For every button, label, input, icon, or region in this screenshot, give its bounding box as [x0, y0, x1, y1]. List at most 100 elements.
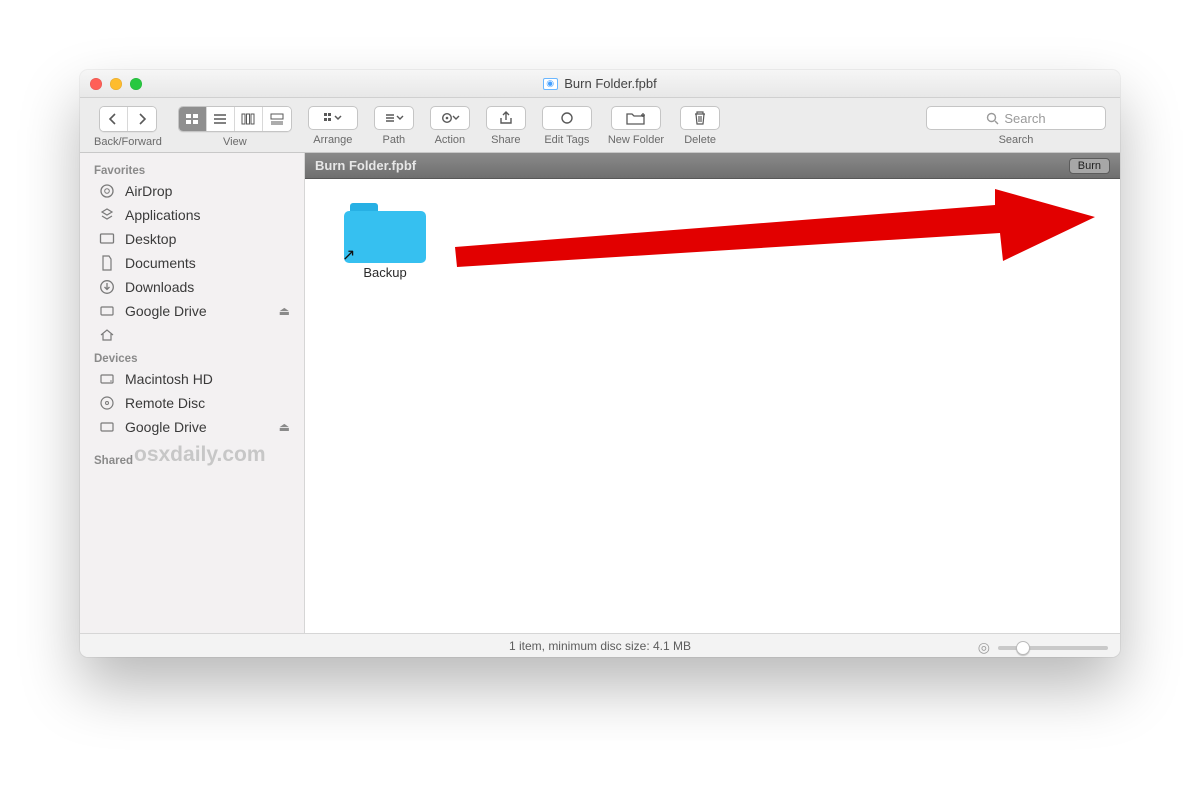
document-icon — [98, 255, 116, 271]
gear-icon — [440, 111, 460, 125]
sidebar-item-label: Desktop — [125, 231, 176, 247]
search-input[interactable]: Search — [926, 106, 1106, 130]
edit-tags-button[interactable] — [542, 106, 592, 130]
folder-alias-icon: ↗ — [344, 203, 426, 263]
slider-knob[interactable] — [1016, 641, 1030, 655]
titlebar: Burn Folder.fpbf — [80, 70, 1120, 98]
trash-icon — [692, 110, 708, 126]
tag-icon — [558, 111, 576, 125]
window-title: Burn Folder.fpbf — [564, 76, 657, 91]
sidebar-item-downloads[interactable]: Downloads — [80, 275, 304, 299]
gallery-view-button[interactable] — [263, 107, 291, 131]
file-item-backup[interactable]: ↗ Backup — [335, 203, 435, 280]
sidebar-item-label: Applications — [125, 207, 201, 223]
file-grid[interactable]: ↗ Backup — [305, 179, 1120, 633]
eject-icon[interactable]: ⏏ — [279, 420, 290, 434]
reload-icon: ◎ — [978, 639, 990, 656]
sidebar-item-label: Downloads — [125, 279, 194, 295]
sidebar-item-label: Google Drive — [125, 303, 207, 319]
sidebar-item-airdrop[interactable]: AirDrop — [80, 179, 304, 203]
home-icon — [98, 327, 116, 343]
list-view-button[interactable] — [207, 107, 235, 131]
status-bar: 1 item, minimum disc size: 4.1 MB ◎ — [80, 633, 1120, 657]
back-button[interactable] — [100, 107, 128, 131]
sidebar-item-label: Documents — [125, 255, 196, 271]
chevron-right-icon — [137, 113, 147, 125]
path-label: Path — [383, 134, 406, 146]
internal-drive-icon — [98, 372, 116, 386]
column-view-button[interactable] — [235, 107, 263, 131]
sidebar-section-favorites: Favorites — [80, 159, 304, 179]
search-icon — [986, 112, 999, 125]
arrange-icon — [323, 111, 343, 125]
sidebar-item-macintosh-hd[interactable]: Macintosh HD — [80, 367, 304, 391]
sidebar-item-label: AirDrop — [125, 183, 172, 199]
applications-icon — [98, 207, 116, 223]
sidebar-item-label: Remote Disc — [125, 395, 205, 411]
sidebar-item-label: Google Drive — [125, 419, 207, 435]
burn-button[interactable]: Burn — [1069, 158, 1110, 174]
arrange-button[interactable] — [308, 106, 358, 130]
edit-tags-label: Edit Tags — [544, 134, 589, 146]
path-icon — [384, 111, 404, 125]
chevron-left-icon — [108, 113, 118, 125]
sidebar-item-documents[interactable]: Documents — [80, 251, 304, 275]
desktop-icon — [98, 232, 116, 246]
window-body: Favorites AirDrop Applications Desktop D… — [80, 153, 1120, 633]
sidebar-item-applications[interactable]: Applications — [80, 203, 304, 227]
view-switcher — [178, 106, 292, 132]
sidebar: Favorites AirDrop Applications Desktop D… — [80, 153, 305, 633]
path-bar: Burn Folder.fpbf Burn — [305, 153, 1120, 179]
sidebar-item-home[interactable] — [80, 323, 304, 347]
action-button[interactable] — [430, 106, 470, 130]
alias-arrow-icon: ↗ — [342, 245, 355, 265]
sidebar-section-shared: Shared — [80, 449, 304, 469]
search-label: Search — [999, 134, 1034, 146]
icon-view-button[interactable] — [179, 107, 207, 131]
sidebar-section-devices: Devices — [80, 347, 304, 367]
close-window-button[interactable] — [90, 78, 102, 90]
sidebar-item-remote-disc[interactable]: Remote Disc — [80, 391, 304, 415]
new-folder-label: New Folder — [608, 134, 664, 146]
downloads-icon — [98, 279, 116, 295]
share-label: Share — [491, 134, 520, 146]
content-area: Burn Folder.fpbf Burn ↗ Backup — [305, 153, 1120, 633]
zoom-window-button[interactable] — [130, 78, 142, 90]
sidebar-item-label: Macintosh HD — [125, 371, 213, 387]
share-button[interactable] — [486, 106, 526, 130]
icon-size-slider[interactable]: ◎ — [978, 639, 1108, 656]
minimize-window-button[interactable] — [110, 78, 122, 90]
new-folder-icon — [625, 110, 647, 126]
arrange-label: Arrange — [313, 134, 352, 146]
action-label: Action — [435, 134, 466, 146]
external-drive-icon — [98, 420, 116, 434]
path-title: Burn Folder.fpbf — [315, 158, 416, 173]
remote-disc-icon — [98, 395, 116, 411]
airdrop-icon — [98, 183, 116, 199]
status-text: 1 item, minimum disc size: 4.1 MB — [509, 639, 691, 653]
forward-button[interactable] — [128, 107, 156, 131]
back-forward-label: Back/Forward — [94, 136, 162, 148]
sidebar-item-desktop[interactable]: Desktop — [80, 227, 304, 251]
list-icon — [213, 113, 227, 125]
new-folder-button[interactable] — [611, 106, 661, 130]
path-button[interactable] — [374, 106, 414, 130]
eject-icon[interactable]: ⏏ — [279, 304, 290, 318]
columns-icon — [241, 113, 255, 125]
window-controls — [90, 78, 142, 90]
sidebar-item-google-drive-device[interactable]: Google Drive ⏏ — [80, 415, 304, 439]
finder-window: Burn Folder.fpbf B — [80, 70, 1120, 657]
search-placeholder: Search — [1004, 111, 1045, 126]
view-label: View — [223, 136, 247, 148]
delete-button[interactable] — [680, 106, 720, 130]
delete-label: Delete — [684, 134, 716, 146]
annotation-arrow — [455, 189, 1095, 299]
share-icon — [498, 110, 514, 126]
file-name: Backup — [335, 265, 435, 280]
coverflow-icon — [270, 113, 284, 125]
grid-icon — [185, 113, 199, 125]
burn-folder-icon — [543, 78, 558, 90]
sidebar-item-google-drive[interactable]: Google Drive ⏏ — [80, 299, 304, 323]
slider-track[interactable] — [998, 646, 1108, 650]
external-drive-icon — [98, 304, 116, 318]
